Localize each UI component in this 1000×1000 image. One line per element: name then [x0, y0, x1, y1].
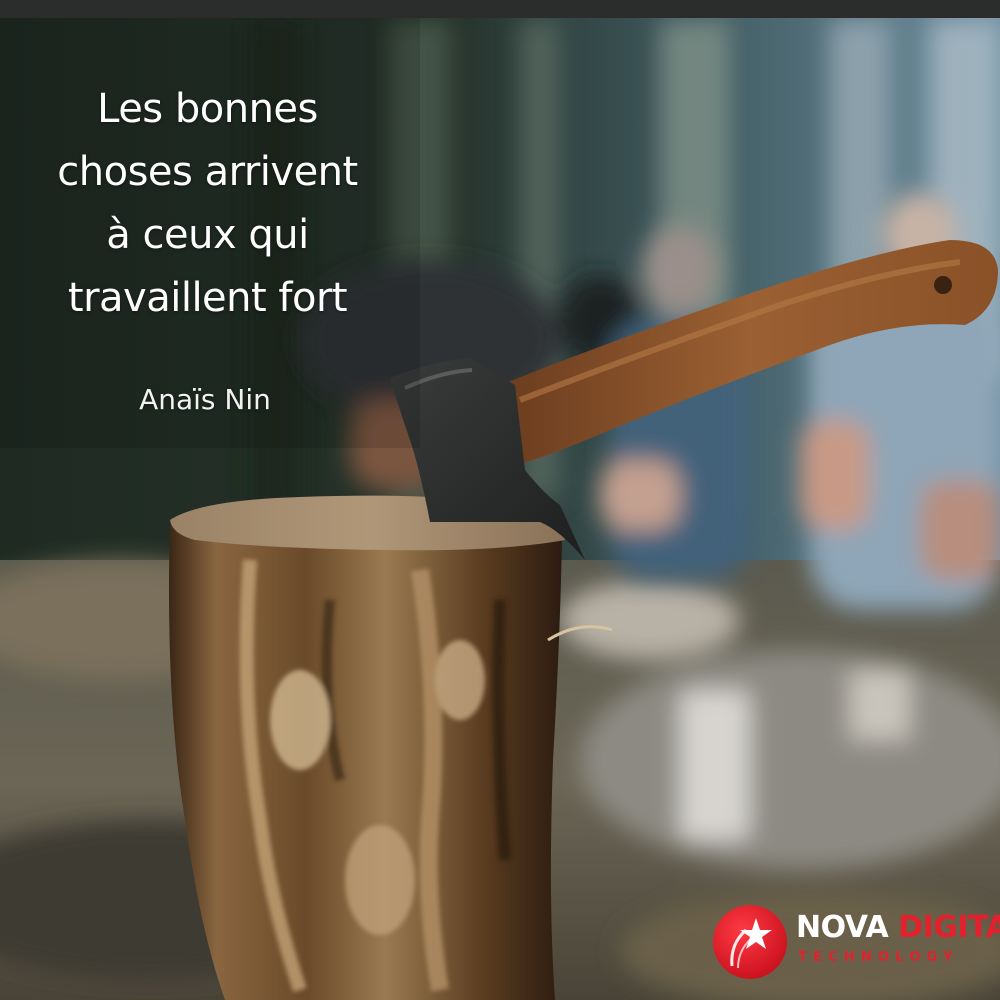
quote-line: à ceux qui [106, 212, 309, 258]
shooting-star-icon [713, 905, 787, 979]
quote-line: travaillent fort [67, 275, 348, 321]
quote-text: Les bonnes choses arrivent à ceux qui tr… [30, 78, 385, 330]
quote-line: choses arrivent [57, 149, 358, 195]
logo-tagline: TECHNOLOGY [798, 950, 959, 965]
logo-wordmark: NOVA DIGITAL [796, 910, 1000, 946]
top-band [0, 0, 1000, 18]
logo-word-digital: DIGITAL [898, 910, 1000, 945]
tree-stump [169, 495, 613, 1000]
quote-author: Anaïs Nin [139, 383, 271, 416]
logo-word-nova: NOVA [796, 910, 889, 945]
quote-line: Les bonnes [97, 86, 318, 132]
nova-digital-logo: NOVA DIGITAL TECHNOLOGY [712, 904, 1000, 980]
